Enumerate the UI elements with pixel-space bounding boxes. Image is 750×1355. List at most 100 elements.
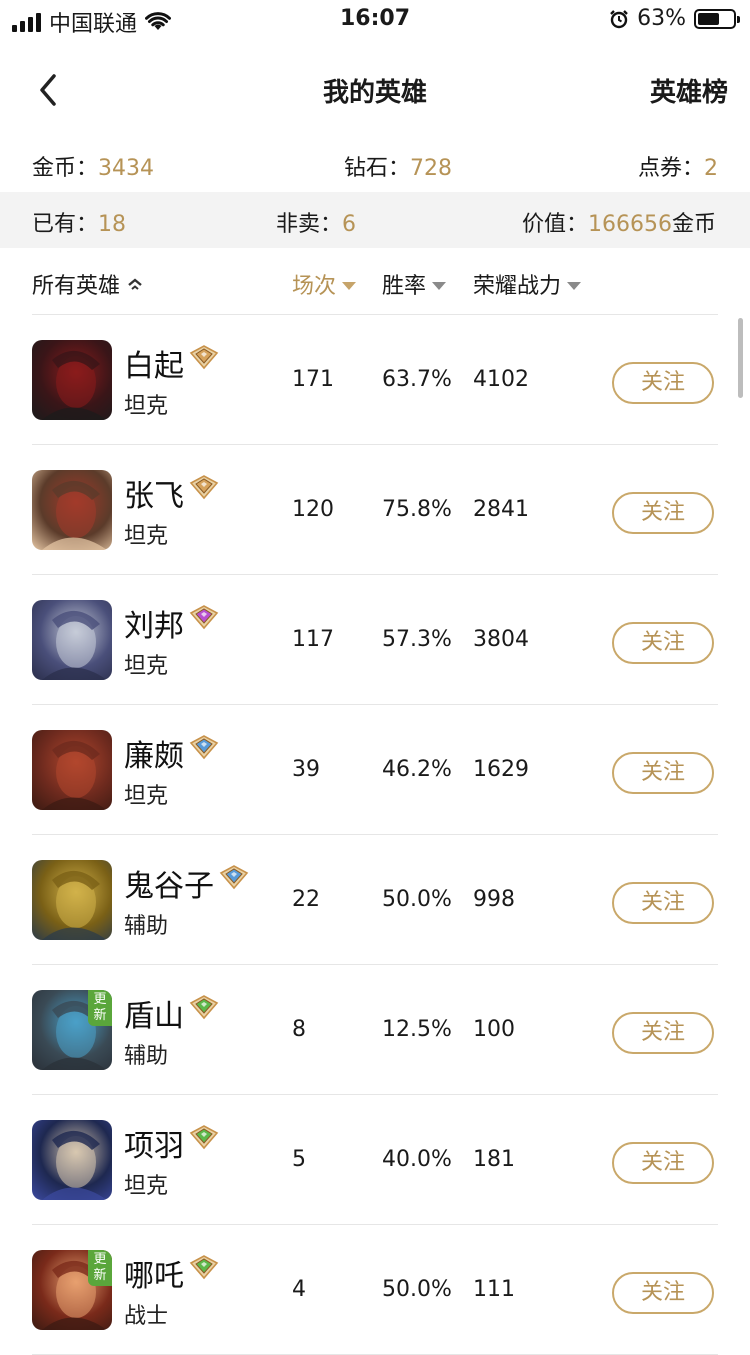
sort-desc-icon xyxy=(342,281,357,290)
hero-win-rate: 40.0% xyxy=(382,1147,452,1172)
hero-portrait-art xyxy=(42,870,107,940)
hero-games: 39 xyxy=(292,757,320,782)
update-badge: 更新 xyxy=(88,1250,112,1286)
worth-label: 价值： xyxy=(521,212,588,237)
rank-badge-icon xyxy=(189,735,219,760)
follow-button[interactable]: 关注 xyxy=(612,1272,714,1314)
notsale-label: 非卖： xyxy=(276,212,343,237)
hero-row[interactable]: 更新 盾山 辅助 8 12.5% 100 关注 xyxy=(32,965,718,1095)
hero-name-wrap: 哪吒 xyxy=(124,1251,220,1295)
diamond-value: 728 xyxy=(410,156,453,181)
filter-all-heroes-label: 所有英雄 xyxy=(32,274,121,299)
hero-win-rate: 57.3% xyxy=(382,627,452,652)
owned-value: 18 xyxy=(98,212,127,237)
hero-role: 坦克 xyxy=(124,784,169,809)
voucher-stat: 点券：2 xyxy=(638,150,718,182)
hero-row[interactable]: 白起 坦克 171 63.7% 4102 关注 xyxy=(32,315,718,445)
hero-games: 5 xyxy=(292,1147,306,1172)
follow-button[interactable]: 关注 xyxy=(612,1012,714,1054)
hero-row[interactable]: 刘邦 坦克 117 57.3% 3804 关注 xyxy=(32,575,718,705)
hero-games: 120 xyxy=(292,497,334,522)
hero-name-wrap: 项羽 xyxy=(124,1121,220,1165)
hero-name: 廉颇 xyxy=(124,739,184,774)
hero-portrait-art xyxy=(42,480,107,550)
hero-role: 坦克 xyxy=(124,1174,169,1199)
hero-list: 白起 坦克 171 63.7% 4102 关注 张飞 坦克 120 75.8% … xyxy=(32,314,718,1355)
rank-badge-icon xyxy=(189,475,219,500)
hero-row[interactable]: 更新 哪吒 战士 4 50.0% 111 关注 xyxy=(32,1225,718,1355)
sort-glory-power[interactable]: 荣耀战力 xyxy=(473,268,582,300)
follow-button[interactable]: 关注 xyxy=(612,1142,714,1184)
hero-win-rate: 46.2% xyxy=(382,757,452,782)
sort-desc-icon xyxy=(567,281,582,290)
worth-unit: 金币 xyxy=(671,212,716,237)
hero-name-wrap: 廉颇 xyxy=(124,731,220,775)
hero-avatar[interactable] xyxy=(32,470,112,550)
sort-games[interactable]: 场次 xyxy=(292,268,357,300)
owned-stat: 已有：18 xyxy=(32,206,126,238)
hero-avatar[interactable] xyxy=(32,340,112,420)
hero-name-wrap: 鬼谷子 xyxy=(124,861,250,905)
hero-avatar[interactable] xyxy=(32,860,112,940)
rank-badge-icon xyxy=(189,995,219,1020)
hero-win-rate: 63.7% xyxy=(382,367,452,392)
hero-row[interactable]: 项羽 坦克 5 40.0% 181 关注 xyxy=(32,1095,718,1225)
update-badge: 更新 xyxy=(88,990,112,1026)
gold-stat: 金币：3434 xyxy=(32,150,154,182)
hero-name: 张飞 xyxy=(124,479,184,514)
hero-avatar[interactable]: 更新 xyxy=(32,990,112,1070)
hero-row[interactable]: 鬼谷子 辅助 22 50.0% 998 关注 xyxy=(32,835,718,965)
hero-role: 坦克 xyxy=(124,654,169,679)
sort-glory-power-label: 荣耀战力 xyxy=(473,274,562,299)
follow-button[interactable]: 关注 xyxy=(612,622,714,664)
hero-avatar[interactable]: 更新 xyxy=(32,1250,112,1330)
follow-button[interactable]: 关注 xyxy=(612,362,714,404)
diamond-stat: 钻石：728 xyxy=(344,150,452,182)
rank-badge-icon xyxy=(189,345,219,370)
alarm-icon xyxy=(610,9,628,28)
hero-win-rate: 50.0% xyxy=(382,887,452,912)
sort-header: 所有英雄 场次 胜率 荣耀战力 xyxy=(0,258,750,308)
hero-ranking-link[interactable]: 英雄榜 xyxy=(650,72,728,109)
hero-row[interactable]: 廉颇 坦克 39 46.2% 1629 关注 xyxy=(32,705,718,835)
sort-games-label: 场次 xyxy=(292,274,337,299)
hero-games: 117 xyxy=(292,627,334,652)
hero-glory-power: 4102 xyxy=(473,367,529,392)
hero-portrait-art xyxy=(42,610,107,680)
hero-avatar[interactable] xyxy=(32,1120,112,1200)
hero-name-wrap: 盾山 xyxy=(124,991,220,1035)
hero-avatar[interactable] xyxy=(32,730,112,810)
chevron-up-icon xyxy=(128,278,142,290)
hero-games: 22 xyxy=(292,887,320,912)
status-right: 63% xyxy=(609,6,740,31)
voucher-value: 2 xyxy=(704,156,718,181)
hero-avatar[interactable] xyxy=(32,600,112,680)
hero-games: 171 xyxy=(292,367,334,392)
filter-all-heroes[interactable]: 所有英雄 xyxy=(32,268,144,300)
scrollbar[interactable] xyxy=(738,318,743,398)
notsale-stat: 非卖：6 xyxy=(276,206,356,238)
hero-name-wrap: 刘邦 xyxy=(124,601,220,645)
hero-role: 坦克 xyxy=(124,524,169,549)
nav-bar: 我的英雄 英雄榜 xyxy=(0,48,750,132)
follow-button[interactable]: 关注 xyxy=(612,492,714,534)
hero-portrait-art xyxy=(42,740,107,810)
page-title: 我的英雄 xyxy=(322,78,427,108)
follow-button[interactable]: 关注 xyxy=(612,882,714,924)
hero-glory-power: 998 xyxy=(473,887,515,912)
hero-glory-power: 3804 xyxy=(473,627,529,652)
sort-win-rate[interactable]: 胜率 xyxy=(382,268,447,300)
hero-name: 盾山 xyxy=(124,999,184,1034)
hero-glory-power: 1629 xyxy=(473,757,529,782)
voucher-label: 点券： xyxy=(637,156,704,181)
hero-games: 4 xyxy=(292,1277,306,1302)
currency-summary: 金币：3434 钻石：728 点券：2 xyxy=(0,138,750,190)
hero-win-rate: 50.0% xyxy=(382,1277,452,1302)
hero-row[interactable]: 张飞 坦克 120 75.8% 2841 关注 xyxy=(32,445,718,575)
worth-value: 166656 xyxy=(588,212,672,237)
follow-button[interactable]: 关注 xyxy=(612,752,714,794)
sort-win-rate-label: 胜率 xyxy=(382,274,427,299)
notsale-value: 6 xyxy=(342,212,357,237)
hero-name: 哪吒 xyxy=(124,1259,184,1294)
hero-name: 白起 xyxy=(124,349,184,384)
